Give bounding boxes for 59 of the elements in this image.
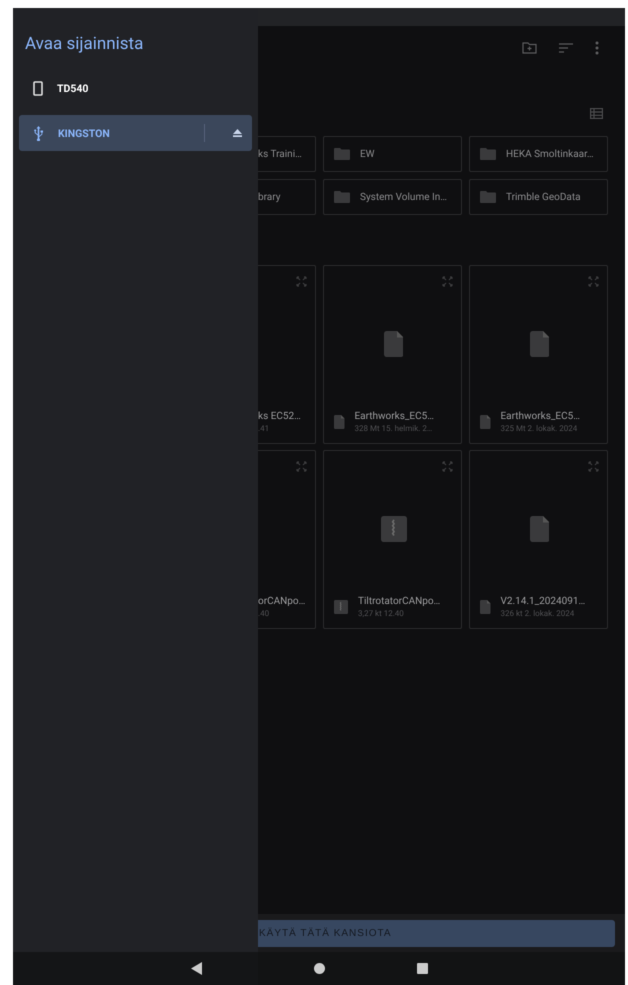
zipper-icon: [334, 600, 348, 614]
folder-item[interactable]: HEKA Smoltinkaar…: [469, 136, 608, 172]
expand-icon[interactable]: [296, 461, 307, 472]
file-details: 325 Mt 2. lokak. 2024: [500, 424, 578, 433]
file-card[interactable]: Earthworks_EC5… 325 Mt 2. lokak. 2024: [469, 265, 608, 444]
storage-item[interactable]: TD540: [19, 70, 252, 106]
expand-icon[interactable]: [296, 276, 307, 287]
folder-icon: [480, 191, 496, 203]
expand-icon[interactable]: [588, 461, 599, 472]
back-icon[interactable]: [191, 962, 202, 975]
file-details: .41: [258, 424, 270, 433]
file-name: ks EC52…: [258, 411, 301, 422]
file-name: V2.14.1_2024091…: [500, 596, 586, 607]
folder-item[interactable]: EW: [323, 136, 462, 172]
file-preview-icon: [384, 331, 404, 357]
expand-icon[interactable]: [442, 276, 453, 287]
folder-name: System Volume In…: [360, 192, 447, 202]
phone-icon: [33, 80, 43, 96]
file-icon: [334, 415, 344, 429]
file-icon: [480, 415, 490, 429]
file-card[interactable]: orCANpo… .40: [258, 450, 316, 629]
folder-name: EW: [360, 148, 375, 160]
zipper-preview-icon: [380, 516, 406, 542]
file-card[interactable]: TiltrotatorCANpo… 3,27 kt 12.40: [323, 450, 462, 629]
file-name: Earthworks_EC5…: [354, 411, 434, 422]
folder-item[interactable]: ks Traini…: [258, 136, 316, 172]
file-name: TiltrotatorCANpo…: [358, 596, 440, 607]
eject-icon[interactable]: [233, 129, 242, 137]
file-details: 328 Mt 15. helmik. 2…: [354, 424, 434, 433]
new-folder-icon[interactable]: [522, 42, 537, 54]
folder-item[interactable]: brary: [258, 179, 316, 215]
file-name: Earthworks_EC5…: [500, 411, 580, 422]
expand-icon[interactable]: [442, 461, 453, 472]
drawer-title: Avaa sijainnista: [25, 34, 144, 54]
file-card[interactable]: V2.14.1_2024091… 326 kt 2. lokak. 2024: [469, 450, 608, 629]
folder-icon: [334, 191, 350, 203]
folder-item[interactable]: System Volume In…: [323, 179, 462, 215]
more-icon[interactable]: [595, 41, 599, 55]
file-card[interactable]: Earthworks_EC5… 328 Mt 15. helmik. 2…: [323, 265, 462, 444]
recents-icon[interactable]: [417, 963, 428, 974]
file-preview-icon: [530, 331, 550, 357]
folder-name: Trimble GeoData: [506, 192, 581, 202]
list-view-icon[interactable]: [590, 108, 603, 118]
file-details: 326 kt 2. lokak. 2024: [500, 609, 576, 618]
file-details: .40: [258, 609, 270, 618]
folder-icon: [480, 148, 496, 160]
file-name: orCANpo…: [258, 596, 306, 607]
storage-item[interactable]: KINGSTON: [19, 115, 252, 151]
file-details: 3,27 kt 12.40: [358, 609, 405, 618]
expand-icon[interactable]: [588, 276, 599, 287]
file-card[interactable]: ks EC52… .41: [258, 265, 316, 444]
file-preview-icon: [530, 516, 550, 542]
home-icon[interactable]: [314, 963, 325, 974]
folder-item[interactable]: Trimble GeoData: [469, 179, 608, 215]
file-icon: [480, 600, 490, 614]
usb-icon: [33, 126, 44, 140]
folder-icon: [334, 148, 350, 160]
sort-icon[interactable]: [559, 43, 573, 53]
folder-name: HEKA Smoltinkaar…: [506, 148, 594, 160]
